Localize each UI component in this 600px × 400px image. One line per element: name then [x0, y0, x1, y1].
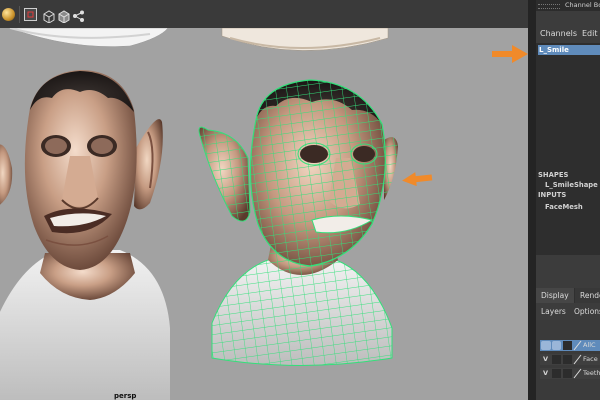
viewport-toolbar — [0, 0, 528, 28]
playback-toggle[interactable] — [552, 369, 561, 378]
layer-slash-icon — [573, 340, 582, 351]
selected-object-name[interactable]: L_Smile — [538, 45, 600, 55]
channel-box-title: Channel Box — [565, 1, 600, 9]
layer-editor-tabs: Display Render — [536, 288, 600, 303]
layer-list: AllC V Face V Teeth — [536, 320, 600, 400]
layer-row[interactable]: AllC — [540, 340, 600, 351]
drag-grip-icon[interactable] — [538, 4, 560, 9]
layer-name[interactable]: AllC — [583, 340, 596, 351]
layer-color-swatch[interactable] — [563, 341, 572, 350]
menu-options[interactable]: Options — [574, 307, 600, 316]
layer-name[interactable]: Teeth — [583, 368, 600, 379]
visibility-toggle[interactable]: V — [540, 368, 551, 379]
node-network-icon[interactable] — [72, 8, 85, 22]
input-node-name[interactable]: FaceMesh — [545, 203, 583, 211]
texture-cube-icon[interactable] — [57, 8, 70, 24]
layer-row[interactable]: V Face — [540, 354, 600, 365]
visibility-toggle[interactable] — [541, 341, 551, 350]
camera-label: persp — [114, 392, 137, 400]
layer-name[interactable]: Face — [583, 354, 598, 365]
menu-layers[interactable]: Layers — [541, 307, 566, 316]
isolate-select-icon[interactable] — [24, 8, 37, 21]
shaded-head-model — [0, 70, 170, 400]
channel-box-panel: Channel Box Channels Edit L_Smile SHAPES… — [536, 0, 600, 400]
menu-channels[interactable]: Channels — [540, 29, 577, 38]
playback-toggle[interactable] — [552, 341, 561, 350]
shape-node-name[interactable]: L_SmileShape — [545, 181, 598, 189]
toolbar-separator — [19, 6, 20, 23]
layer-color-swatch[interactable] — [563, 369, 572, 378]
perspective-viewport[interactable]: persp — [0, 28, 528, 400]
layer-row[interactable]: V Teeth — [540, 368, 600, 379]
shapes-header: SHAPES — [538, 171, 569, 179]
viewport-scene — [0, 28, 433, 400]
annotation-arrow — [402, 172, 433, 187]
panel-spacer — [536, 255, 600, 285]
channel-list[interactable]: L_Smile SHAPES L_SmileShape INPUTS FaceM… — [536, 43, 600, 255]
tab-display[interactable]: Display — [536, 288, 574, 303]
tab-render[interactable]: Render — [575, 288, 600, 303]
visibility-toggle[interactable]: V — [540, 354, 551, 365]
layer-color-swatch[interactable] — [563, 355, 572, 364]
menu-edit[interactable]: Edit — [582, 29, 598, 38]
layer-slash-icon — [573, 354, 582, 365]
sphere-shaded-icon[interactable] — [2, 8, 15, 21]
layer-slash-icon — [573, 368, 582, 379]
wireframe-head-model — [198, 79, 398, 366]
playback-toggle[interactable] — [552, 355, 561, 364]
inputs-header: INPUTS — [538, 191, 567, 199]
channel-box-titlebar[interactable]: Channel Box — [536, 0, 600, 11]
wireframe-cube-icon[interactable] — [42, 8, 55, 24]
annotation-arrow-channel — [492, 45, 528, 63]
